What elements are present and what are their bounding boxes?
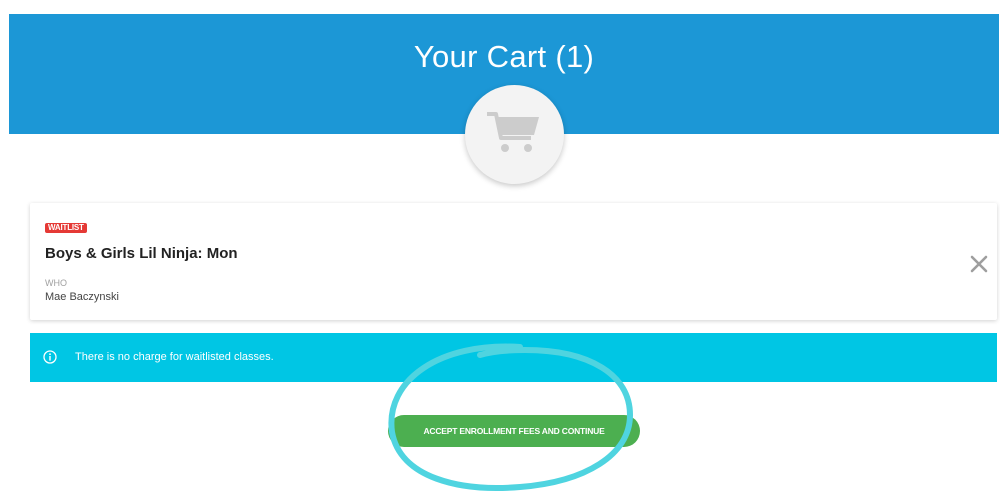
info-icon [43,350,57,364]
participant-name: Mae Baczynski [45,291,119,303]
who-label: WHO [45,278,67,288]
class-name: Boys & Girls Lil Ninja: Mon [45,245,238,262]
waitlist-info-bar: There is no charge for waitlisted classe… [30,333,997,382]
remove-item-button[interactable] [968,253,990,275]
accept-enrollment-button[interactable]: ACCEPT ENROLLMENT FEES AND CONTINUE [388,415,640,447]
cart-icon [487,112,539,152]
waitlist-badge: WAITLIST [45,223,87,233]
cart-item-card: WAITLIST Boys & Girls Lil Ninja: Mon WHO… [30,203,997,320]
close-icon [970,255,988,273]
cart-icon-circle [465,85,564,184]
info-message: There is no charge for waitlisted classe… [75,351,274,363]
page-title: Your Cart (1) [413,39,595,74]
